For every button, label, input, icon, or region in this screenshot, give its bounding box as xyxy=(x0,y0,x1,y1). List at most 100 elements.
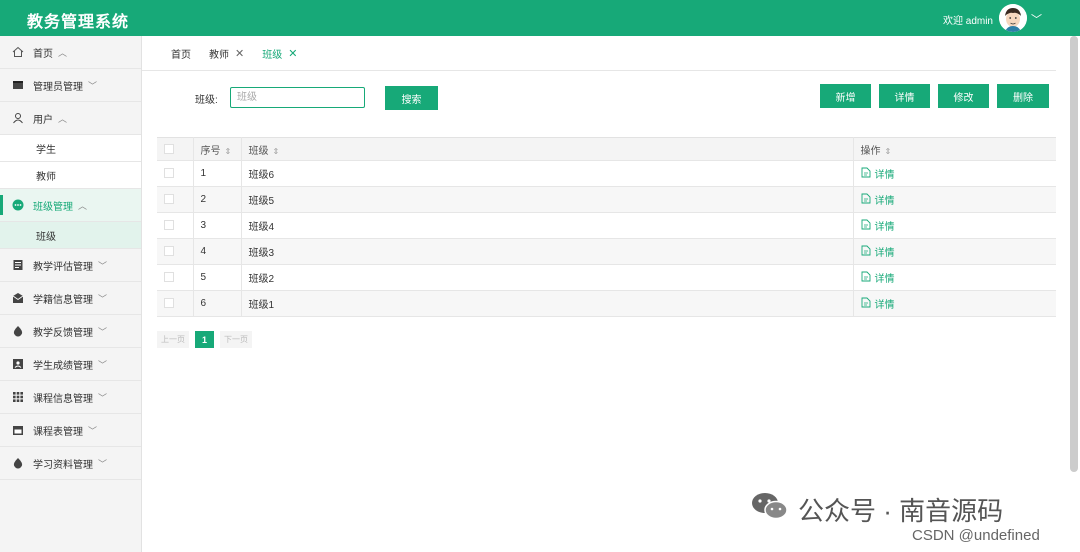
class-cell: 班级1 xyxy=(241,290,854,317)
select-all-checkbox[interactable] xyxy=(164,143,174,154)
next-page-button[interactable]: 下一页 xyxy=(220,331,253,348)
avatar[interactable] xyxy=(999,4,1027,32)
table-row[interactable]: 1 班级6 详情 xyxy=(157,160,1056,187)
tab-teachers[interactable]: 教师 ✕ xyxy=(209,46,244,61)
sidebar-item-schedule[interactable]: 课程表管理 ﹀ xyxy=(0,414,141,447)
sidebar-item-materials[interactable]: 学习资料管理 ﹀ xyxy=(0,447,141,480)
detail-label: 详情 xyxy=(874,222,895,233)
header-class[interactable]: 班级 ⇕ xyxy=(241,137,854,161)
sidebar-item-feedback[interactable]: 教学反馈管理 ﹀ xyxy=(0,315,141,348)
action-cell: 详情 xyxy=(853,238,1056,265)
watermark: 公众号 · 南音源码 xyxy=(750,490,1003,529)
document-icon xyxy=(861,297,871,311)
sidebar-item-label: 教学评估管理 xyxy=(33,261,93,273)
action-cell: 详情 xyxy=(853,264,1056,291)
checkbox-cell xyxy=(157,238,194,265)
detail-link[interactable]: 详情 xyxy=(861,270,895,285)
header-label: 序号 xyxy=(200,145,221,157)
row-checkbox[interactable] xyxy=(164,246,174,257)
sidebar-item-users[interactable]: 用户 ︿ xyxy=(0,102,141,135)
detail-label: 详情 xyxy=(874,300,895,311)
row-checkbox[interactable] xyxy=(164,220,174,231)
chevron-down-icon: ﹀ xyxy=(98,458,108,469)
sidebar-item-label: 课程表管理 xyxy=(33,426,83,438)
current-page[interactable]: 1 xyxy=(195,331,215,348)
detail-link[interactable]: 详情 xyxy=(861,296,895,311)
chevron-up-icon: ︿ xyxy=(58,113,68,124)
document-icon xyxy=(861,271,871,285)
chevron-down-icon: ﹀ xyxy=(98,293,108,304)
tab-class[interactable]: 班级 ✕ xyxy=(262,46,297,61)
action-cell: 详情 xyxy=(853,186,1056,213)
sidebar-item-enrollment[interactable]: 学籍信息管理 ﹀ xyxy=(0,282,141,315)
sidebar-item-admin[interactable]: 管理员管理 ﹀ xyxy=(0,69,141,102)
row-checkbox[interactable] xyxy=(164,272,174,283)
detail-link[interactable]: 详情 xyxy=(861,166,895,181)
checkbox-cell xyxy=(157,264,194,291)
row-checkbox[interactable] xyxy=(164,168,174,179)
tab-label: 教师 xyxy=(209,49,229,61)
search-input[interactable] xyxy=(230,87,365,108)
sidebar-item-label: 首页 xyxy=(33,48,53,60)
sidebar-item-label: 学生成绩管理 xyxy=(33,360,93,372)
table-row[interactable]: 4 班级3 详情 xyxy=(157,238,1056,265)
row-checkbox[interactable] xyxy=(164,298,174,309)
grid-icon xyxy=(12,391,24,403)
sidebar-item-home[interactable]: 首页 ︿ xyxy=(0,36,141,69)
detail-link[interactable]: 详情 xyxy=(861,218,895,233)
tab-bar: 首页 教师 ✕ 班级 ✕ xyxy=(142,36,1056,71)
close-icon[interactable]: ✕ xyxy=(288,47,297,60)
add-button[interactable]: 新增 xyxy=(820,84,871,108)
schedule-icon xyxy=(12,424,24,436)
sidebar-item-evaluation[interactable]: 教学评估管理 ﹀ xyxy=(0,249,141,282)
checkbox-cell xyxy=(157,212,194,239)
admin-icon xyxy=(12,79,24,91)
table-row[interactable]: 5 班级2 详情 xyxy=(157,264,1056,291)
sort-icon[interactable]: ⇕ xyxy=(225,147,232,156)
sidebar-item-class-management[interactable]: 班级管理 ︿ xyxy=(0,189,141,222)
sidebar-item-label: 用户 xyxy=(33,114,53,126)
vertical-scrollbar[interactable] xyxy=(1070,36,1078,472)
table-row[interactable]: 6 班级1 详情 xyxy=(157,290,1056,317)
row-checkbox[interactable] xyxy=(164,194,174,205)
sidebar-item-label: 教学反馈管理 xyxy=(33,327,93,339)
csdn-watermark: CSDN @undefined xyxy=(912,527,1040,544)
sidebar-item-grades[interactable]: 学生成绩管理 ﹀ xyxy=(0,348,141,381)
table-row[interactable]: 3 班级4 详情 xyxy=(157,212,1056,239)
sort-icon[interactable]: ⇕ xyxy=(273,147,280,156)
chevron-down-icon: ﹀ xyxy=(98,392,108,403)
prev-page-button[interactable]: 上一页 xyxy=(157,331,189,348)
detail-label: 详情 xyxy=(874,274,895,285)
material-icon xyxy=(12,457,24,469)
tab-home[interactable]: 首页 xyxy=(171,46,191,61)
detail-link[interactable]: 详情 xyxy=(861,244,895,259)
welcome-text: 欢迎 admin xyxy=(942,16,993,27)
sidebar-item-courses[interactable]: 课程信息管理 ﹀ xyxy=(0,381,141,414)
chevron-down-icon: ﹀ xyxy=(88,425,98,436)
home-icon xyxy=(12,46,24,58)
delete-button[interactable]: 删除 xyxy=(997,84,1049,108)
app-title: 教务管理系统 xyxy=(27,14,130,31)
class-cell: 班级4 xyxy=(241,212,854,239)
table-row[interactable]: 2 班级5 详情 xyxy=(157,186,1056,213)
class-cell: 班级2 xyxy=(241,264,854,291)
sidebar-subitem-class[interactable]: 班级 xyxy=(0,222,141,249)
header-no[interactable]: 序号 ⇕ xyxy=(193,137,242,161)
detail-link[interactable]: 详情 xyxy=(861,192,895,207)
wechat-icon xyxy=(750,490,790,529)
sort-icon[interactable]: ⇕ xyxy=(885,147,892,156)
class-icon xyxy=(12,199,24,211)
class-cell: 班级3 xyxy=(241,238,854,265)
watermark-text: 公众号 · 南音源码 xyxy=(798,496,1004,526)
search-button[interactable]: 搜索 xyxy=(385,86,438,110)
edit-button[interactable]: 修改 xyxy=(938,84,989,108)
chevron-down-icon: ﹀ xyxy=(98,260,108,271)
sidebar-subitem-students[interactable]: 学生 xyxy=(0,135,141,162)
header-action[interactable]: 操作 ⇕ xyxy=(853,137,1056,161)
sidebar-item-label: 课程信息管理 xyxy=(33,393,93,405)
sidebar-subitem-teachers[interactable]: 教师 xyxy=(0,162,141,189)
account-chevron-down-icon[interactable]: ﹀ xyxy=(1031,11,1042,27)
sidebar: 首页 ︿ 管理员管理 ﹀ 用户 ︿ 学生 教师 班级管理 ︿ 班级 教学评估管理 ﹀ 学籍… xyxy=(0,36,142,552)
detail-button[interactable]: 详情 xyxy=(879,84,930,108)
close-icon[interactable]: ✕ xyxy=(235,47,244,60)
